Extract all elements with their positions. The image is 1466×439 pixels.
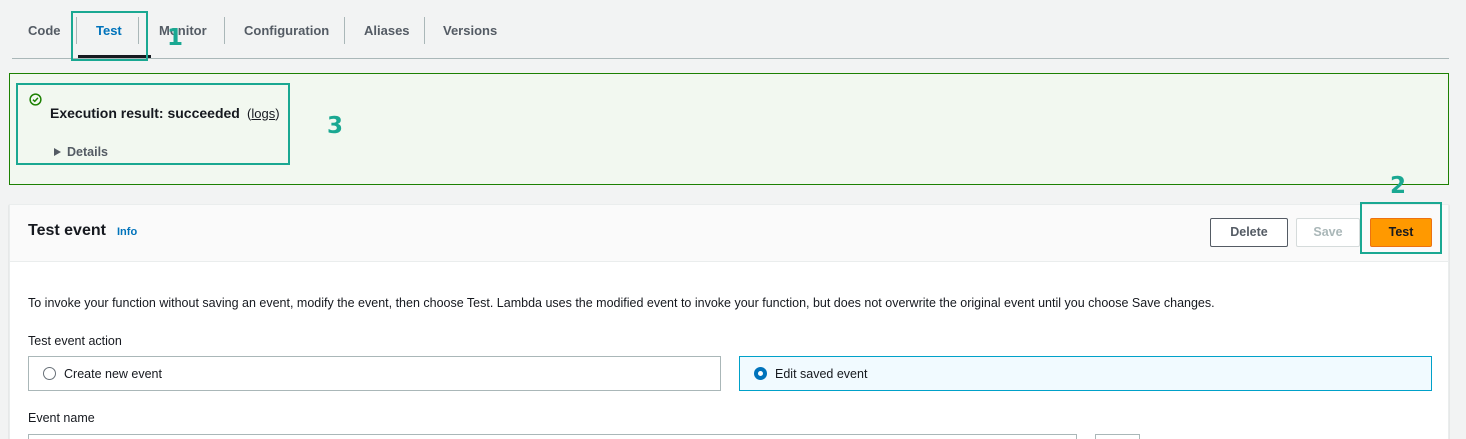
tab-divider [424,17,425,44]
save-button[interactable]: Save [1296,218,1360,247]
radio-checked-icon [754,367,767,380]
annotation-number: 3 [327,113,344,139]
annotation-box-test-button [1360,202,1442,254]
delete-button[interactable]: Delete [1210,218,1288,247]
edit-saved-event-label: Edit saved event [775,366,868,381]
annotation-box-execution-result [16,83,290,165]
edit-saved-event-option[interactable]: Edit saved event [739,356,1432,391]
annotation-box-test-tab [71,11,148,61]
panel-header: Test event Info Delete Save Test [10,205,1448,262]
create-new-event-label: Create new event [64,366,162,381]
radio-unchecked-icon [43,367,56,380]
tab-divider [344,17,345,44]
event-name-select[interactable] [28,434,1077,439]
annotation-number: 2 [1390,173,1407,199]
create-new-event-option[interactable]: Create new event [28,356,721,391]
tab-divider [224,17,225,44]
event-name-label: Event name [28,411,95,425]
tab-configuration[interactable]: Configuration [228,17,345,45]
event-name-action-button[interactable] [1095,434,1140,439]
tab-versions[interactable]: Versions [427,17,513,45]
info-link[interactable]: Info [117,226,137,238]
test-event-action-label: Test event action [28,334,122,348]
tab-code[interactable]: Code [12,17,77,45]
test-event-description: To invoke your function without saving a… [28,296,1215,310]
panel-title: Test event [28,222,106,239]
tab-aliases[interactable]: Aliases [348,17,426,45]
test-event-panel: Test event Info Delete Save Test To invo… [9,204,1449,439]
tab-bar: Code Test Monitor Configuration Aliases … [12,0,1449,59]
annotation-number: 1 [167,25,184,51]
